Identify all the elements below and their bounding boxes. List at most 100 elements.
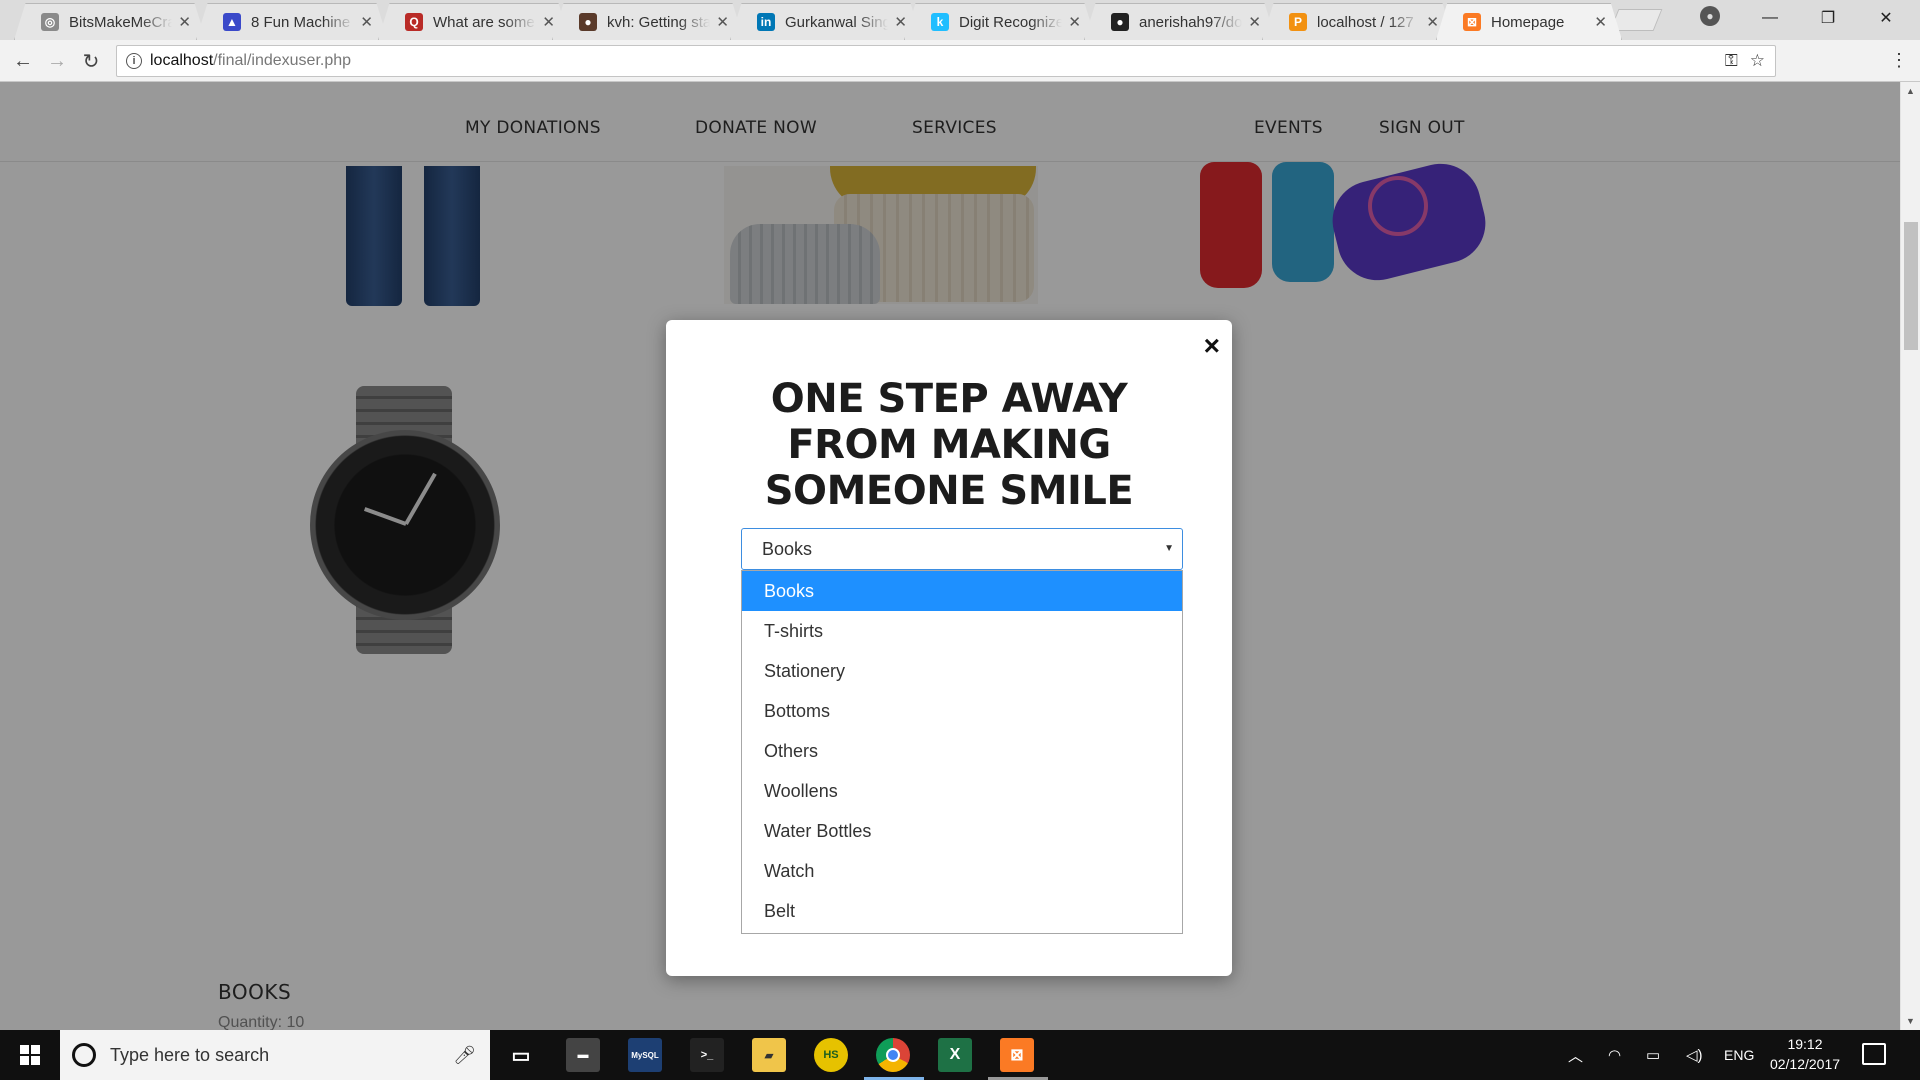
mysql-icon[interactable]: MySQL bbox=[628, 1038, 662, 1072]
category-select-value: Books bbox=[762, 538, 813, 559]
browser-tab[interactable]: k Digit Recognizer ✕ bbox=[904, 3, 1096, 40]
info-icon[interactable]: i bbox=[126, 53, 142, 69]
back-icon[interactable]: ← bbox=[10, 48, 36, 74]
tab-title: 8 Fun Machine Learning bbox=[251, 13, 354, 31]
taskbar-search[interactable]: Type here to search 🎤︎ bbox=[60, 1030, 490, 1080]
chrome-icon[interactable] bbox=[876, 1038, 910, 1072]
close-icon[interactable]: × bbox=[1204, 332, 1220, 360]
clock-time: 19:12 bbox=[1787, 1036, 1823, 1052]
scroll-thumb[interactable] bbox=[1904, 222, 1918, 350]
tab-close-icon[interactable]: ✕ bbox=[1248, 13, 1261, 31]
address-bar[interactable]: i localhost /final/indexuser.php ⚿ ☆ bbox=[116, 45, 1776, 77]
tab-close-icon[interactable]: ✕ bbox=[1594, 13, 1607, 31]
modal-title: ONE STEP AWAY FROM MAKING SOMEONE SMILE bbox=[666, 376, 1232, 514]
url-host: localhost bbox=[150, 52, 214, 69]
category-option[interactable]: Watch bbox=[742, 851, 1182, 891]
start-button[interactable] bbox=[0, 1030, 60, 1080]
browser-tab[interactable]: Plocalhost / 127 ✕ bbox=[1262, 3, 1454, 40]
page-viewport: MY DONATIONS DONATE NOW SERVICES EVENTS … bbox=[0, 82, 1900, 1030]
tab-title: localhost / 127 bbox=[1317, 13, 1414, 31]
reload-icon[interactable]: ↻ bbox=[78, 48, 104, 74]
microphone-icon[interactable]: 🎤︎ bbox=[453, 1045, 476, 1066]
tab-title: anerishah97/do bbox=[1139, 13, 1243, 31]
tab-favicon-icon: ⊠ bbox=[1463, 13, 1481, 31]
category-option[interactable]: Stationery bbox=[742, 651, 1182, 691]
tab-favicon-icon: in bbox=[757, 13, 775, 31]
tab-title: Homepage bbox=[1491, 13, 1565, 31]
tab-close-icon[interactable]: ✕ bbox=[1068, 13, 1081, 31]
browser-tab[interactable]: ▲ 8 Fun Machine Learning ✕ bbox=[196, 3, 388, 40]
windows-taskbar: Type here to search 🎤︎ ▭ ▬ MySQL >_ ▰ HS… bbox=[0, 1030, 1920, 1080]
tab-title: BitsMakeMeCrazy bbox=[69, 13, 173, 31]
profile-icon[interactable]: ● bbox=[1700, 6, 1720, 26]
tab-favicon-icon: k bbox=[931, 13, 949, 31]
category-option[interactable]: Belt bbox=[742, 891, 1182, 931]
tab-close-icon[interactable]: ✕ bbox=[716, 13, 729, 31]
browser-toolbar: ← → ↻ i localhost /final/indexuser.php ⚿… bbox=[0, 40, 1920, 82]
tab-favicon-icon: Q bbox=[405, 13, 423, 31]
chrome-menu-icon[interactable]: ⋮ bbox=[1890, 50, 1908, 71]
xampp-icon[interactable]: ⊠ bbox=[1000, 1038, 1034, 1072]
tab-title: Gurkanwal Singh bbox=[785, 13, 889, 31]
command-prompt-icon[interactable]: ▬ bbox=[566, 1038, 600, 1072]
modal-title-line: FROM MAKING bbox=[787, 422, 1111, 468]
browser-tab[interactable]: ● kvh: Getting started ✕ bbox=[552, 3, 744, 40]
category-select[interactable]: Books ▼ bbox=[741, 528, 1183, 570]
excel-icon[interactable]: X bbox=[938, 1038, 972, 1072]
terminal-icon[interactable]: >_ bbox=[690, 1038, 724, 1072]
cortana-icon bbox=[72, 1043, 96, 1067]
category-option[interactable]: Others bbox=[742, 731, 1182, 771]
category-option[interactable]: Woollens bbox=[742, 771, 1182, 811]
tab-title: What are some bbox=[433, 13, 535, 31]
tab-title: Digit Recognizer bbox=[959, 13, 1063, 31]
windows-logo-icon bbox=[20, 1045, 40, 1065]
browser-tab-strip: ◎ BitsMakeMeCrazy ✕ ▲ 8 Fun Machine Learning… bbox=[0, 0, 1920, 40]
close-window-icon[interactable]: ✕ bbox=[1858, 0, 1914, 36]
taskbar-search-placeholder: Type here to search bbox=[110, 1044, 270, 1065]
minimize-icon[interactable]: — bbox=[1742, 0, 1798, 36]
tab-favicon-icon: P bbox=[1289, 13, 1307, 31]
tab-favicon-icon: ◎ bbox=[41, 13, 59, 31]
tab-close-icon[interactable]: ✕ bbox=[894, 13, 907, 31]
clock-date: 02/12/2017 bbox=[1769, 1056, 1841, 1072]
tab-close-icon[interactable]: ✕ bbox=[178, 13, 191, 31]
browser-tab[interactable]: ⊠ Homepage ✕ bbox=[1436, 3, 1622, 40]
tab-favicon-icon: ● bbox=[1111, 13, 1129, 31]
volume-icon[interactable]: ◁) bbox=[1686, 1030, 1703, 1080]
modal-title-line: ONE STEP AWAY bbox=[770, 376, 1128, 422]
file-explorer-icon[interactable]: ▰ bbox=[752, 1038, 786, 1072]
clock[interactable]: 19:12 02/12/2017 bbox=[1760, 1034, 1850, 1074]
modal-title-line: SOMEONE SMILE bbox=[764, 468, 1134, 514]
scroll-up-icon[interactable]: ▲ bbox=[1906, 86, 1915, 96]
browser-tab[interactable]: ◎ BitsMakeMeCrazy ✕ bbox=[14, 3, 206, 40]
scroll-down-icon[interactable]: ▼ bbox=[1906, 1016, 1915, 1026]
category-option[interactable]: Books bbox=[742, 571, 1182, 611]
browser-tab[interactable]: Q What are some ✕ bbox=[378, 3, 570, 40]
battery-icon[interactable]: ▭ bbox=[1646, 1030, 1660, 1080]
category-option[interactable]: T-shirts bbox=[742, 611, 1182, 651]
notifications-icon[interactable] bbox=[1862, 1043, 1886, 1065]
star-icon[interactable]: ☆ bbox=[1750, 51, 1765, 71]
page-scrollbar[interactable]: ▲ ▼ bbox=[1900, 82, 1920, 1030]
key-icon[interactable]: ⚿ bbox=[1725, 51, 1738, 71]
category-option[interactable]: Bottoms bbox=[742, 691, 1182, 731]
tab-title: kvh: Getting started bbox=[607, 13, 711, 31]
restore-icon[interactable]: ❐ bbox=[1800, 0, 1856, 36]
tab-favicon-icon: ▲ bbox=[223, 13, 241, 31]
tray-overflow-icon[interactable]: ︿ bbox=[1568, 1030, 1583, 1080]
browser-tab[interactable]: in Gurkanwal Singh ✕ bbox=[730, 3, 922, 40]
wifi-icon[interactable]: ◠ bbox=[1608, 1030, 1621, 1080]
category-option[interactable]: Water Bottles bbox=[742, 811, 1182, 851]
hotspot-icon[interactable]: HS bbox=[814, 1038, 848, 1072]
tab-close-icon[interactable]: ✕ bbox=[360, 13, 373, 31]
chevron-down-icon: ▼ bbox=[1164, 543, 1174, 554]
url-path: /final/indexuser.php bbox=[213, 52, 352, 69]
forward-icon[interactable]: → bbox=[44, 48, 70, 74]
task-view-icon[interactable]: ▭ bbox=[504, 1038, 538, 1072]
category-options-list: Books T-shirts Stationery Bottoms Others Wool… bbox=[741, 570, 1183, 934]
browser-tab[interactable]: ● anerishah97/do ✕ bbox=[1084, 3, 1276, 40]
language-indicator[interactable]: ENG bbox=[1724, 1030, 1754, 1080]
tab-close-icon[interactable]: ✕ bbox=[1426, 13, 1439, 31]
tab-close-icon[interactable]: ✕ bbox=[542, 13, 555, 31]
donation-modal: × ONE STEP AWAY FROM MAKING SOMEONE SMIL… bbox=[666, 320, 1232, 976]
